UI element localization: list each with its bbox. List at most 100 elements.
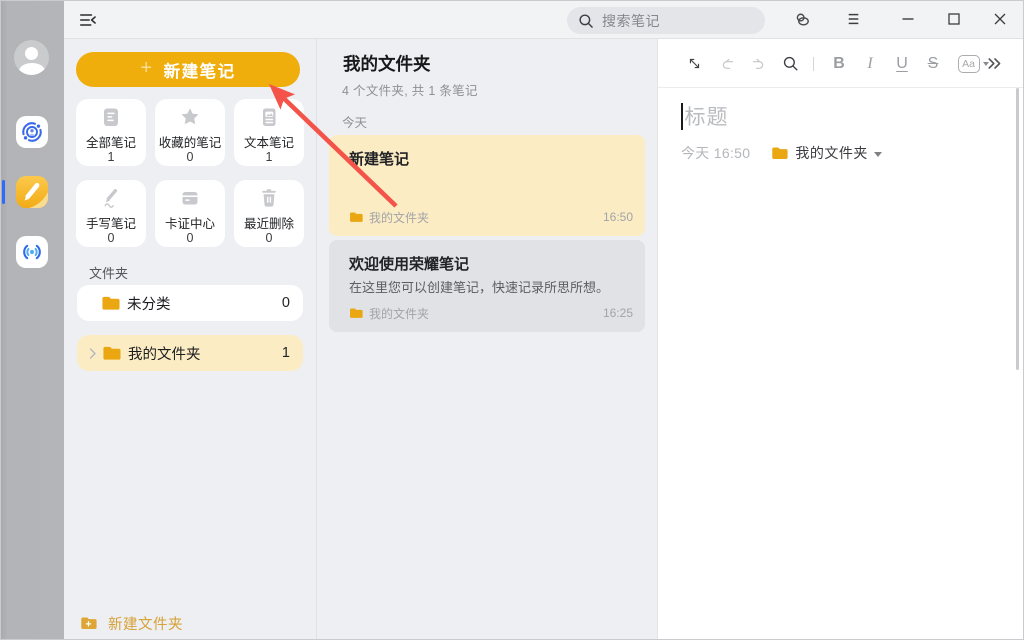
folder-icon [349,307,363,319]
sidebar-category-trash[interactable]: 最近删除 0 [234,180,304,247]
card-icon [178,186,202,210]
font-style-icon: Aa [958,55,980,73]
fullscreen-button[interactable] [685,39,703,88]
redo-button[interactable] [749,39,767,88]
new-folder-label: 新建文件夹 [108,613,183,634]
sidebar-category-starred[interactable]: 收藏的笔记 0 [155,99,225,166]
menu-icon [848,13,859,25]
avatar-torso [19,63,45,75]
folder-count: 1 [282,345,290,361]
redo-icon [750,56,767,72]
sidebar-category-cards[interactable]: 卡证中心 0 [155,180,225,247]
folder-selector-label: 我的文件夹 [795,143,868,163]
folder-row-uncategorized[interactable]: 未分类 0 [77,285,303,321]
category-icon-wrap [155,186,225,210]
note-meta-time: 今天 16:50 [681,143,750,163]
bold-icon: B [833,55,845,73]
all-notes-icon [99,105,123,129]
note-list-subtitle: 4 个文件夹, 共 1 条笔记 [342,80,478,99]
search-in-note-button[interactable] [781,39,799,88]
note-meta-row: 今天 16:50 我的文件夹 [681,143,882,163]
italic-icon: I [867,55,872,73]
rail-item-notes[interactable] [16,176,48,208]
app-rail [0,0,64,640]
note-card-selected[interactable]: 新建笔记 我的文件夹 16:50 [329,135,645,236]
note-title: 新建笔记 [349,148,409,169]
folder-name: 未分类 [127,293,282,314]
menu-button[interactable] [839,0,867,38]
search-input[interactable]: 搜索笔记 [567,7,765,34]
new-folder-button[interactable]: 新建文件夹 [80,609,300,637]
strikethrough-button[interactable]: S [924,39,942,88]
underline-icon: U [896,55,908,73]
search-icon [578,13,594,29]
note-folder: 我的文件夹 [369,305,603,322]
editor-scrollbar[interactable] [1016,88,1019,370]
text-cursor [681,103,683,130]
note-card-footer: 我的文件夹 16:25 [349,305,633,321]
note-list-title: 我的文件夹 [343,51,431,76]
text-note-icon [257,105,281,129]
trash-icon [257,186,281,210]
category-icon-wrap [76,186,146,210]
undo-icon [719,56,736,72]
note-title-placeholder[interactable]: 标题 [685,101,729,131]
category-icon-wrap [76,105,146,129]
note-list-panel: 我的文件夹 4 个文件夹, 共 1 条笔记 今天 新建笔记 我的文件夹 16:5… [317,39,658,640]
strikethrough-icon: S [928,55,939,73]
category-label: 最近删除 [234,213,304,232]
category-label: 卡证中心 [155,213,225,232]
folder-icon [771,146,788,160]
folder-icon [101,295,120,311]
undo-button[interactable] [718,39,736,88]
category-count: 1 [234,150,304,164]
category-label: 全部笔记 [76,132,146,151]
search-placeholder: 搜索笔记 [602,11,660,31]
category-count: 0 [234,231,304,245]
more-tools-button[interactable] [985,39,1003,88]
folder-selector[interactable]: 我的文件夹 [771,143,882,163]
broadcast-icon [20,240,44,264]
bold-button[interactable]: B [830,39,848,88]
title-bar: 搜索笔记 [64,0,1024,39]
maximize-icon [948,13,960,25]
category-count: 0 [155,231,225,245]
sync-orbit-icon [20,120,44,144]
collapse-sidebar-icon [80,14,96,26]
plus-icon: + [140,57,153,80]
folder-name: 我的文件夹 [128,343,282,364]
category-label: 收藏的笔记 [155,132,225,151]
new-note-label: 新建笔记 [164,58,236,82]
sidebar-category-all-notes[interactable]: 全部笔记 1 [76,99,146,166]
folder-row-my-folder[interactable]: 我的文件夹 1 [77,335,303,371]
note-title-row: 标题 [681,101,729,131]
cloud-sync-button[interactable] [788,0,816,38]
sidebar-category-text-notes[interactable]: 文本笔记 1 [234,99,304,166]
notes-pencil-icon [16,176,48,208]
editor-toolbar: B I U S Aa [658,39,1024,88]
category-grid: 全部笔记 1 收藏的笔记 0 文本笔记 1 [76,99,304,247]
category-icon-wrap [234,105,304,129]
italic-button[interactable]: I [861,39,879,88]
close-button[interactable] [986,0,1014,38]
collapse-sidebar-button[interactable] [80,13,96,25]
note-preview: 在这里您可以创建笔记，快速记录所思所想。 [349,277,609,296]
new-note-button[interactable]: + 新建笔记 [76,52,300,87]
underline-button[interactable]: U [893,39,911,88]
note-card-footer: 我的文件夹 16:50 [349,209,633,225]
sidebar-category-handwriting[interactable]: 手写笔记 0 [76,180,146,247]
maximize-button[interactable] [940,0,968,38]
rail-item-share[interactable] [16,236,48,268]
minimize-button[interactable] [894,0,922,38]
folders-section-label: 文件夹 [89,263,128,282]
user-avatar[interactable] [14,40,49,75]
close-icon [994,13,1006,25]
active-app-indicator [2,180,5,204]
category-icon-wrap [155,105,225,129]
double-chevron-icon [988,57,1001,70]
rail-item-sync[interactable] [16,116,48,148]
category-count: 1 [76,150,146,164]
folder-count: 0 [282,295,290,311]
category-count: 0 [76,231,146,245]
note-card[interactable]: 欢迎使用荣耀笔记 在这里您可以创建笔记，快速记录所思所想。 我的文件夹 16:2… [329,240,645,332]
